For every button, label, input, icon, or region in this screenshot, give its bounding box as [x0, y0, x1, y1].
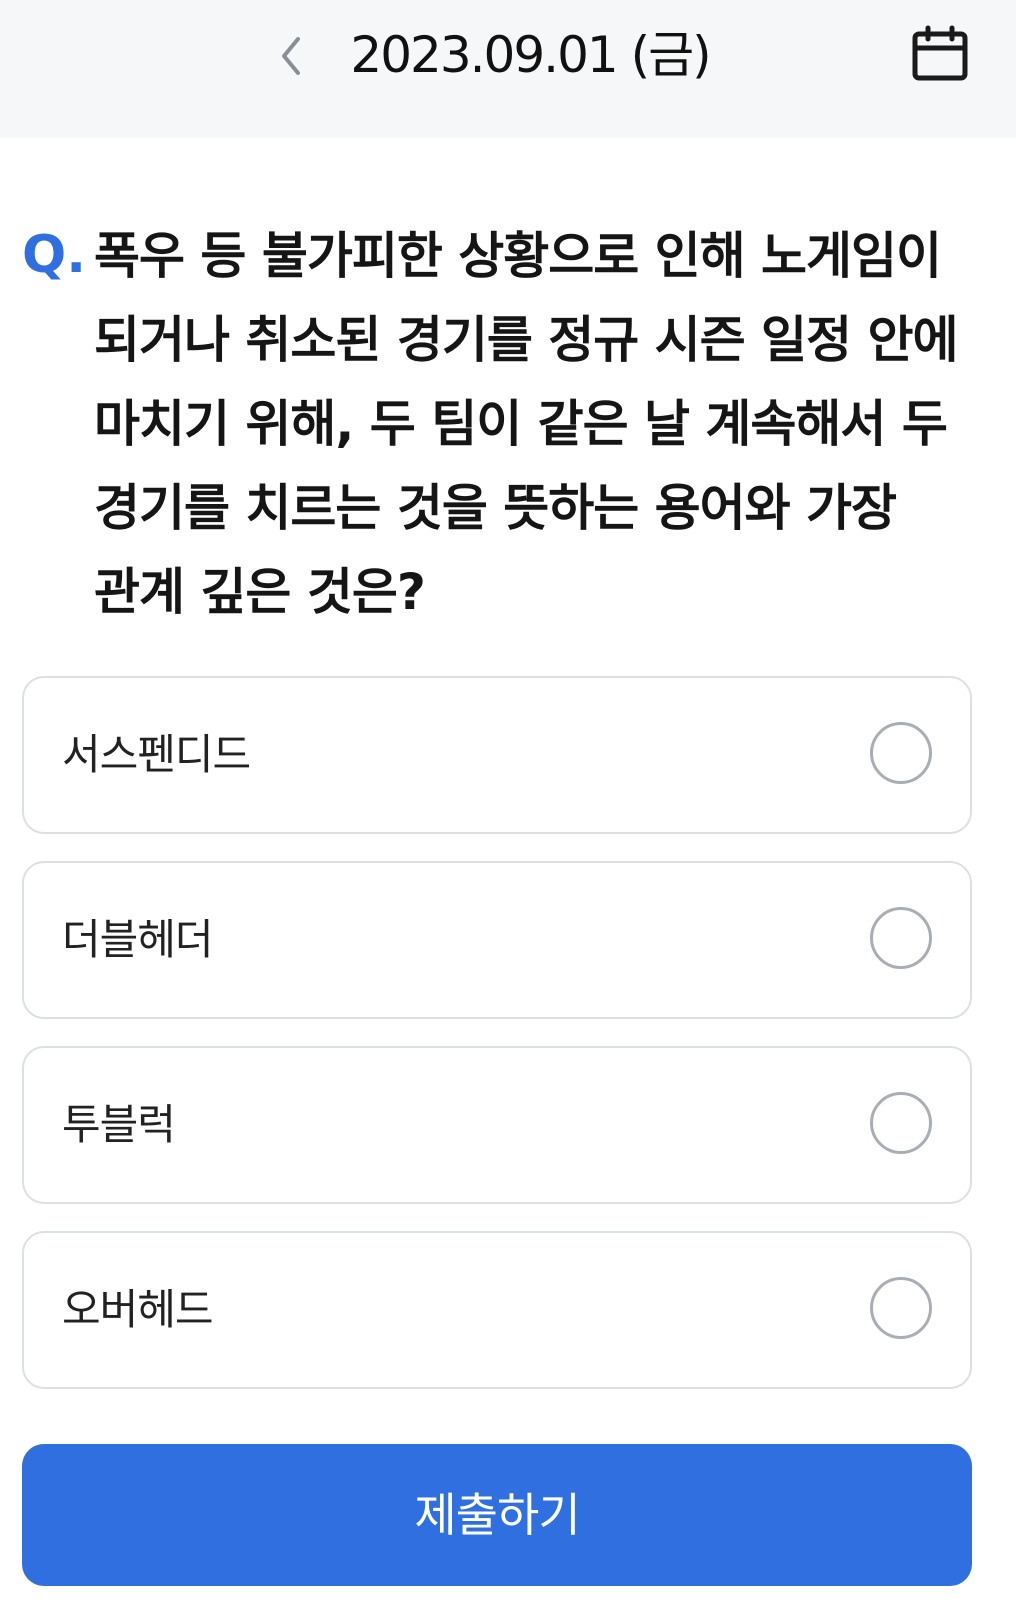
- date-title: 2023.09.01 (금): [350, 26, 711, 84]
- calendar-button[interactable]: [906, 20, 974, 88]
- calendar-icon: [912, 25, 968, 81]
- radio-button[interactable]: [870, 907, 932, 969]
- top-bar: 2023.09.01 (금): [0, 0, 1016, 138]
- option-1[interactable]: 서스펜디드: [22, 676, 972, 834]
- radio-button[interactable]: [870, 1277, 932, 1339]
- option-4[interactable]: 오버헤드: [22, 1231, 972, 1389]
- radio-button[interactable]: [870, 1092, 932, 1154]
- option-label: 투블럭: [62, 1100, 176, 1149]
- option-label: 오버헤드: [62, 1285, 214, 1334]
- option-2[interactable]: 더블헤더: [22, 861, 972, 1019]
- chevron-left-icon: [282, 37, 300, 75]
- back-button[interactable]: [266, 28, 316, 84]
- option-label: 서스펜디드: [62, 730, 251, 779]
- option-3[interactable]: 투블럭: [22, 1046, 972, 1204]
- radio-button[interactable]: [870, 722, 932, 784]
- question-marker: Q.: [22, 225, 86, 285]
- question-text: 폭우 등 불가피한 상황으로 인해 노게임이 되거나 취소된 경기를 정규 시즌…: [94, 227, 958, 621]
- submit-button[interactable]: 제출하기: [22, 1444, 972, 1586]
- option-label: 더블헤더: [62, 915, 214, 964]
